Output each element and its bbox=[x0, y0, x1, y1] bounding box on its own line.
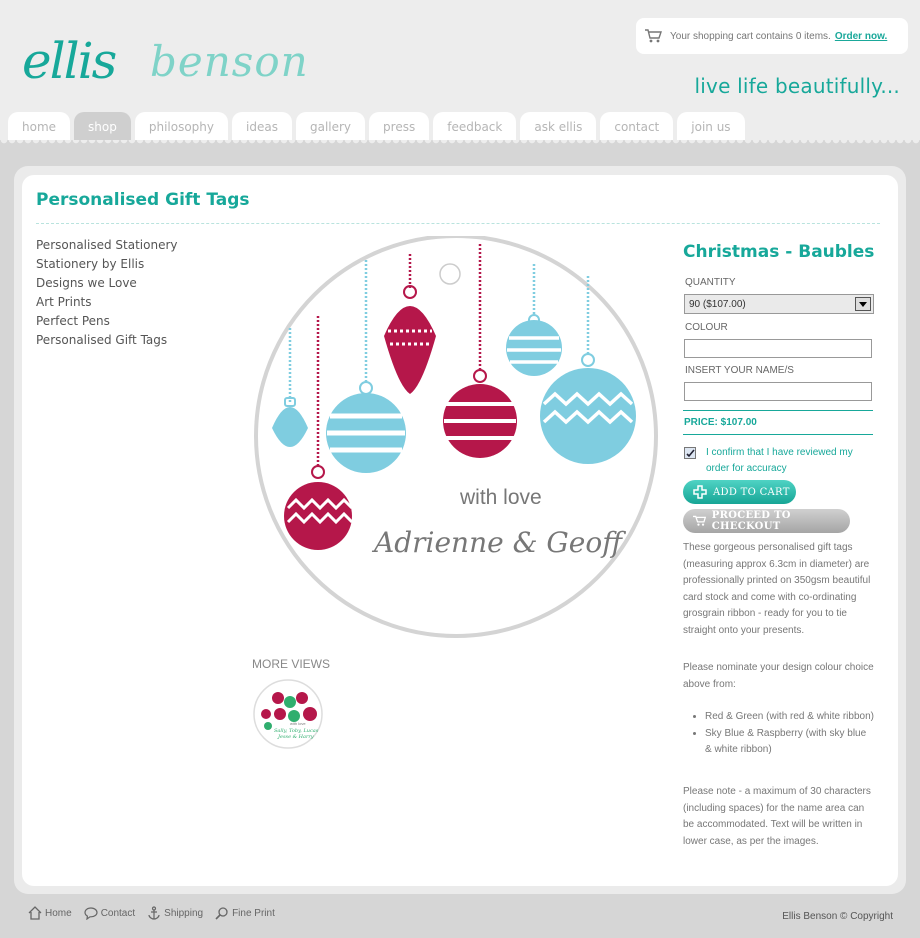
add-to-cart-button[interactable]: ADD TO CART bbox=[683, 480, 796, 504]
price-bottom-rule bbox=[683, 434, 873, 435]
colour-label: COLOUR bbox=[685, 322, 728, 333]
svg-text:with love: with love bbox=[290, 721, 306, 726]
product-name: Christmas - Baubles bbox=[683, 242, 875, 262]
footer-link-home[interactable]: Home bbox=[28, 906, 72, 920]
cart-status-text: Your shopping cart contains 0 items. bbox=[670, 30, 831, 42]
colour-field[interactable] bbox=[684, 339, 872, 358]
footer-link-shipping[interactable]: Shipping bbox=[147, 906, 203, 920]
shopping-cart-icon bbox=[645, 29, 662, 43]
checkmark-icon bbox=[685, 448, 695, 457]
tab-feedback[interactable]: feedback bbox=[433, 112, 517, 142]
svg-text:Jesse & Harry: Jesse & Harry bbox=[277, 734, 314, 740]
tab-join-us[interactable]: join us bbox=[677, 112, 745, 142]
price-top-rule bbox=[683, 410, 873, 411]
sidebar-item-perfect-pens[interactable]: Perfect Pens bbox=[36, 312, 178, 331]
description-paragraph-1: These gorgeous personalised gift tags (m… bbox=[683, 542, 871, 636]
svg-text:benson: benson bbox=[150, 37, 309, 86]
confirm-label: I confirm that I have reviewed my order … bbox=[706, 447, 853, 474]
tab-philosophy[interactable]: philosophy bbox=[134, 112, 229, 142]
tab-ask-ellis[interactable]: ask ellis bbox=[520, 112, 597, 142]
magnifier-icon bbox=[215, 907, 228, 920]
footer-links: Home Contact Shipping Fine Print bbox=[28, 906, 275, 920]
copyright-text: Ellis Benson © Copyright bbox=[782, 911, 893, 922]
add-to-cart-label: ADD TO CART bbox=[713, 486, 790, 498]
sidebar-item-personalised-gift-tags[interactable]: Personalised Gift Tags bbox=[36, 331, 178, 350]
tab-ideas[interactable]: ideas bbox=[232, 112, 292, 142]
product-price: PRICE: $107.00 bbox=[684, 417, 757, 428]
sidebar-item-stationery-by-ellis[interactable]: Stationery by Ellis bbox=[36, 255, 178, 274]
names-field[interactable] bbox=[684, 382, 872, 401]
sidebar-item-designs-we-love[interactable]: Designs we Love bbox=[36, 274, 178, 293]
header: ellis benson Your shopping cart contains… bbox=[0, 0, 920, 142]
proceed-to-checkout-button[interactable]: PROCEED TO CHECKOUT bbox=[683, 509, 850, 533]
page-title: Personalised Gift Tags bbox=[36, 190, 250, 210]
confirm-checkbox[interactable] bbox=[684, 447, 696, 459]
list-item: Red & Green (with red & white ribbon) bbox=[705, 709, 875, 726]
checkout-label: PROCEED TO CHECKOUT bbox=[711, 510, 791, 532]
sidebar-item-art-prints[interactable]: Art Prints bbox=[36, 293, 178, 312]
image-greeting-text: with love bbox=[459, 486, 542, 509]
quantity-select[interactable]: 90 ($107.00) bbox=[684, 294, 874, 314]
order-now-link[interactable]: Order now. bbox=[835, 31, 887, 42]
names-label: INSERT YOUR NAME/S bbox=[685, 365, 794, 376]
category-sidebar: Personalised Stationery Stationery by El… bbox=[36, 236, 178, 350]
list-item: Sky Blue & Raspberry (with sky blue & wh… bbox=[705, 726, 875, 759]
plus-icon bbox=[693, 485, 707, 499]
tab-press[interactable]: press bbox=[369, 112, 430, 142]
tab-shop[interactable]: shop bbox=[74, 112, 131, 142]
site-logo[interactable]: ellis benson bbox=[22, 20, 342, 90]
footer-link-fine-print[interactable]: Fine Print bbox=[215, 906, 275, 920]
sidebar-item-personalised-stationery[interactable]: Personalised Stationery bbox=[36, 236, 178, 255]
speech-bubble-icon bbox=[84, 907, 98, 920]
tagline: live life beautifully... bbox=[694, 74, 900, 98]
description-paragraph-3: Please note - a maximum of 30 characters… bbox=[683, 786, 871, 847]
home-icon bbox=[28, 906, 42, 920]
svg-text:ellis: ellis bbox=[22, 32, 116, 90]
quantity-selected-value: 90 ($107.00) bbox=[689, 298, 746, 310]
footer: Home Contact Shipping Fine Print Ellis B… bbox=[0, 900, 920, 938]
shopping-cart-icon bbox=[693, 515, 706, 526]
tab-contact[interactable]: contact bbox=[600, 112, 674, 142]
more-views-label: MORE VIEWS bbox=[252, 657, 331, 671]
description-paragraph-2: Please nominate your design colour choic… bbox=[683, 662, 874, 690]
footer-link-contact[interactable]: Contact bbox=[84, 906, 135, 920]
colour-options-list: Red & Green (with red & white ribbon) Sk… bbox=[683, 709, 875, 759]
quantity-label: QUANTITY bbox=[685, 277, 736, 288]
chevron-down-icon[interactable] bbox=[855, 297, 871, 311]
more-views-thumbnail[interactable]: with love Sally, Toby, Lucas Jesse & Har… bbox=[252, 678, 324, 750]
cart-summary: Your shopping cart contains 0 items. Ord… bbox=[636, 18, 908, 54]
tab-home[interactable]: home bbox=[8, 112, 71, 142]
main-nav: home shop philosophy ideas gallery press… bbox=[8, 112, 745, 142]
title-divider bbox=[36, 223, 880, 224]
product-image: with love Adrienne & Geoff bbox=[254, 236, 658, 638]
anchor-icon bbox=[148, 906, 160, 920]
image-names-text: Adrienne & Geoff bbox=[371, 526, 626, 559]
tab-gallery[interactable]: gallery bbox=[295, 112, 366, 142]
